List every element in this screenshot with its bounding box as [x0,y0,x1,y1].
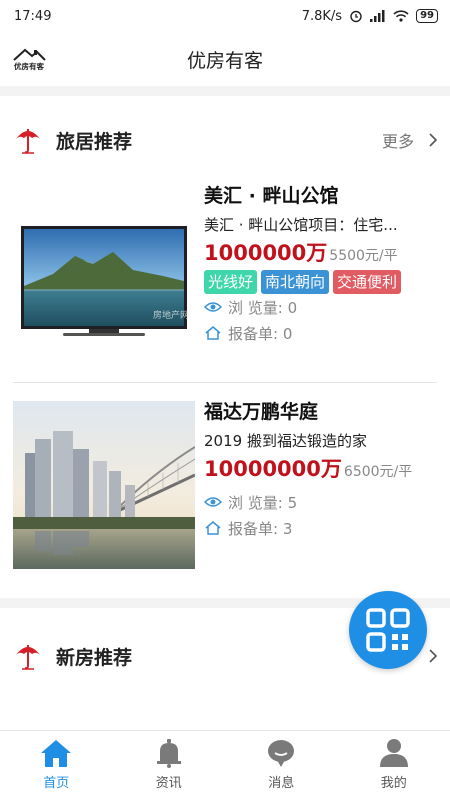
eye-icon [204,497,222,507]
status-time: 17:49 [14,8,52,24]
tab-home[interactable]: 首页 [0,731,113,800]
wifi-icon [393,10,409,22]
views-stat: 浏 览量: 5 [204,489,442,515]
qr-code-icon [366,608,410,652]
app-logo[interactable]: 优房有客 [10,46,48,72]
tab-label: 首页 [43,776,70,791]
tab-label: 消息 [268,776,295,791]
section-header-travel: 旅居推荐 更多 [0,114,450,166]
eye-icon [204,302,222,312]
section-separator [0,86,450,96]
views-stat: 浏 览量: 0 [204,294,442,320]
bottom-tab-bar: 首页 资讯 消息 我的 [0,730,450,800]
bell-icon [156,739,181,768]
listing-unit-price: 6500元/平 [343,464,413,480]
app-header: 优房有客 优房有客 [0,32,450,86]
more-link[interactable] [428,630,438,682]
price-row: 10000000万 6500元/平 [204,453,442,483]
tab-profile[interactable]: 我的 [338,731,450,800]
reports-stat: 报备单: 0 [204,320,442,346]
qr-scan-button[interactable] [349,591,427,669]
chevron-right-icon [429,649,438,663]
chevron-right-icon [429,133,438,147]
tag: 南北朝向 [261,270,330,294]
status-bar: 17:49 7.8K/s 99 [0,0,450,32]
status-icons: 7.8K/s 99 [302,9,438,24]
views-count: 浏 览量: 0 [228,298,298,317]
tab-news[interactable]: 资讯 [113,731,226,800]
page-title: 优房有客 [186,49,263,72]
listing-title: 美汇 · 畔山公馆 [204,185,339,207]
image-watermark: 房地产网 [153,309,189,321]
house-outline-icon [205,521,221,535]
listing-body: 福达万鹏华庭 2019 搬到福达锻造的家 10000000万 6500元/平 浏… [204,398,442,541]
reports-stat: 报备单: 3 [204,515,442,541]
listing-card[interactable]: 房地产网 美汇 · 畔山公馆 美汇 · 畔山公馆项目：住宅... 1000000… [0,176,450,376]
more-label: 更多 [381,132,414,151]
app-logo-text: 优房有客 [14,61,44,71]
tag: 光线好 [204,270,258,294]
listing-unit-price: 5500元/平 [329,248,398,264]
tag-list: 光线好 南北朝向 交通便利 [204,270,442,294]
umbrella-icon [16,129,40,154]
tab-label: 我的 [380,776,407,791]
tab-label: 资讯 [155,776,182,791]
listing-body: 美汇 · 畔山公馆 美汇 · 畔山公馆项目：住宅... 1000000万 550… [204,182,442,346]
price-row: 1000000万 5500元/平 [204,237,442,267]
listing-title: 福达万鹏华庭 [204,401,319,423]
alarm-icon [350,10,362,23]
home-icon [41,740,72,767]
reports-count: 报备单: 3 [228,519,293,538]
battery-indicator: 99 [416,9,438,23]
more-link[interactable]: 更多 [382,114,438,166]
views-count: 浏 览量: 5 [228,493,298,512]
chat-bubble-icon [268,740,295,767]
umbrella-icon [16,645,40,670]
network-speed: 7.8K/s [301,8,343,24]
reports-count: 报备单: 0 [228,324,293,343]
signal-icon [370,10,385,22]
tab-messages[interactable]: 消息 [225,731,338,800]
listing-description: 2019 搬到福达锻造的家 [204,432,367,450]
section-title: 新房推荐 [56,646,133,669]
section-title: 旅居推荐 [56,130,133,153]
divider [13,382,437,383]
listing-image-buildings [13,401,195,569]
listing-price: 1000000万 [204,241,328,265]
house-outline-icon [205,326,221,340]
listing-image-tv: 房地产网 [13,186,195,354]
listing-card[interactable]: 福达万鹏华庭 2019 搬到福达锻造的家 10000000万 6500元/平 浏… [0,392,450,592]
tag: 交通便利 [333,270,402,294]
user-icon [379,739,408,767]
listing-price: 10000000万 [204,457,342,481]
listing-description: 美汇 · 畔山公馆项目：住宅... [204,216,398,234]
